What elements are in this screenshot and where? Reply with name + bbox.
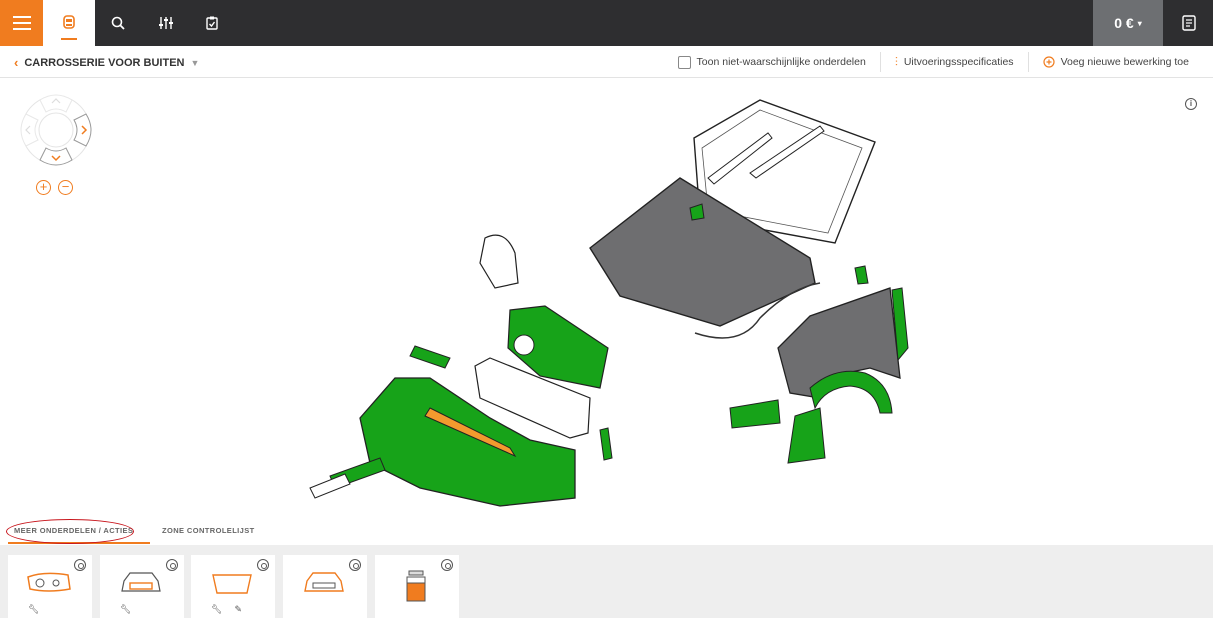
- add-work-label: Voeg nieuwe bewerking toe: [1060, 56, 1189, 68]
- checklist-button[interactable]: [192, 0, 232, 46]
- zoom-out-button[interactable]: −: [58, 180, 73, 195]
- tools-icons: 🔧︎: [28, 604, 39, 615]
- brush-icon: ✎: [234, 604, 242, 614]
- wrench-icon: 🔧︎: [28, 604, 40, 614]
- car-icon: [63, 15, 75, 29]
- specs-button[interactable]: ⫶ Uitvoeringsspecificaties: [879, 52, 1028, 72]
- tire-badge-icon: [166, 559, 178, 571]
- show-unlikely-label: Toon niet-waarschijnlijke onderdelen: [696, 56, 866, 68]
- specs-label: Uitvoeringsspecificaties: [903, 56, 1014, 68]
- wrench-icon: 🔧︎: [211, 604, 223, 614]
- active-indicator: [61, 38, 77, 40]
- search-icon: [111, 16, 125, 30]
- windshield-icon: [212, 574, 252, 594]
- headlight-card[interactable]: 🔧︎: [8, 555, 92, 618]
- zoom-in-button[interactable]: +: [36, 180, 51, 195]
- windshield-card[interactable]: 🔧︎ ✎: [191, 555, 275, 618]
- bottom-tabs: MEER ONDERDELEN / ACTIES ZONE CONTROLELI…: [0, 518, 1213, 545]
- parts-tray: 🔧︎ 🔧︎ 🔧︎ ✎: [0, 545, 1213, 618]
- sub-actions: Toon niet-waarschijnlijke onderdelen ⫶ U…: [664, 46, 1203, 78]
- rotate-control[interactable]: [18, 92, 94, 168]
- search-button[interactable]: [98, 0, 138, 46]
- license-plate: [309, 473, 351, 499]
- breadcrumb-label: CARROSSERIE VOOR BUITEN: [24, 56, 185, 69]
- price-dropdown[interactable]: 0 € ▾: [1093, 0, 1163, 46]
- tire-badge-icon: [441, 559, 453, 571]
- tire-badge-icon: [74, 559, 86, 571]
- fluid-card[interactable]: [375, 555, 459, 618]
- wrench-icon: 🔧︎: [120, 604, 132, 614]
- checklist-icon: [206, 16, 218, 30]
- car-front-icon: [121, 572, 161, 592]
- caret-down-icon[interactable]: ▼: [190, 58, 199, 68]
- headlight-part: [479, 234, 519, 289]
- sub-toolbar: ‹ CARROSSERIE VOOR BUITEN ▼ Toon niet-wa…: [0, 46, 1213, 78]
- parts-canvas: + − i: [0, 78, 1213, 518]
- bumper-side-green: [409, 345, 451, 369]
- car-front-card[interactable]: 🔧︎: [100, 555, 184, 618]
- document-icon: [1182, 15, 1196, 31]
- menu-icon: [12, 16, 31, 30]
- exploded-parts-diagram[interactable]: [290, 78, 930, 518]
- show-unlikely-checkbox[interactable]: [677, 55, 691, 69]
- info-icon[interactable]: i: [1185, 98, 1197, 110]
- tire-badge-icon: [257, 559, 269, 571]
- price-value: 0 €: [1114, 15, 1134, 31]
- show-unlikely-toggle[interactable]: Toon niet-waarschijnlijke onderdelen: [664, 52, 880, 72]
- add-circle-icon: [1042, 56, 1055, 68]
- car-view-button[interactable]: [43, 0, 95, 46]
- annotation-oval: [6, 519, 134, 544]
- headlight-icon: [27, 572, 71, 592]
- side-marker: [599, 427, 613, 461]
- clip-small: [854, 265, 869, 285]
- car-rear-icon: [304, 572, 344, 592]
- car-rear-card[interactable]: [283, 555, 367, 618]
- filter-button[interactable]: [146, 0, 186, 46]
- specs-icon: ⫶: [894, 54, 898, 69]
- document-button[interactable]: [1169, 0, 1209, 46]
- tire-badge-icon: [349, 559, 361, 571]
- add-work-button[interactable]: Voeg nieuwe bewerking toe: [1027, 52, 1203, 72]
- fluid-container-icon: [406, 570, 426, 602]
- top-toolbar: 0 € ▾: [0, 0, 1213, 46]
- back-chevron-icon[interactable]: ‹: [14, 55, 18, 70]
- breadcrumb[interactable]: ‹ CARROSSERIE VOOR BUITEN ▼: [14, 55, 199, 70]
- chevron-down-icon: ▾: [1137, 18, 1142, 28]
- fog-light: [513, 334, 535, 356]
- tab-zone-checklist[interactable]: ZONE CONTROLELIJST: [162, 526, 255, 535]
- tools-icons: 🔧︎: [120, 604, 131, 615]
- bracket-arch: [787, 407, 826, 464]
- bracket-lower: [729, 399, 781, 429]
- tools-icons: 🔧︎ ✎: [211, 604, 242, 615]
- filter-icon: [159, 17, 173, 29]
- menu-button[interactable]: [0, 0, 43, 46]
